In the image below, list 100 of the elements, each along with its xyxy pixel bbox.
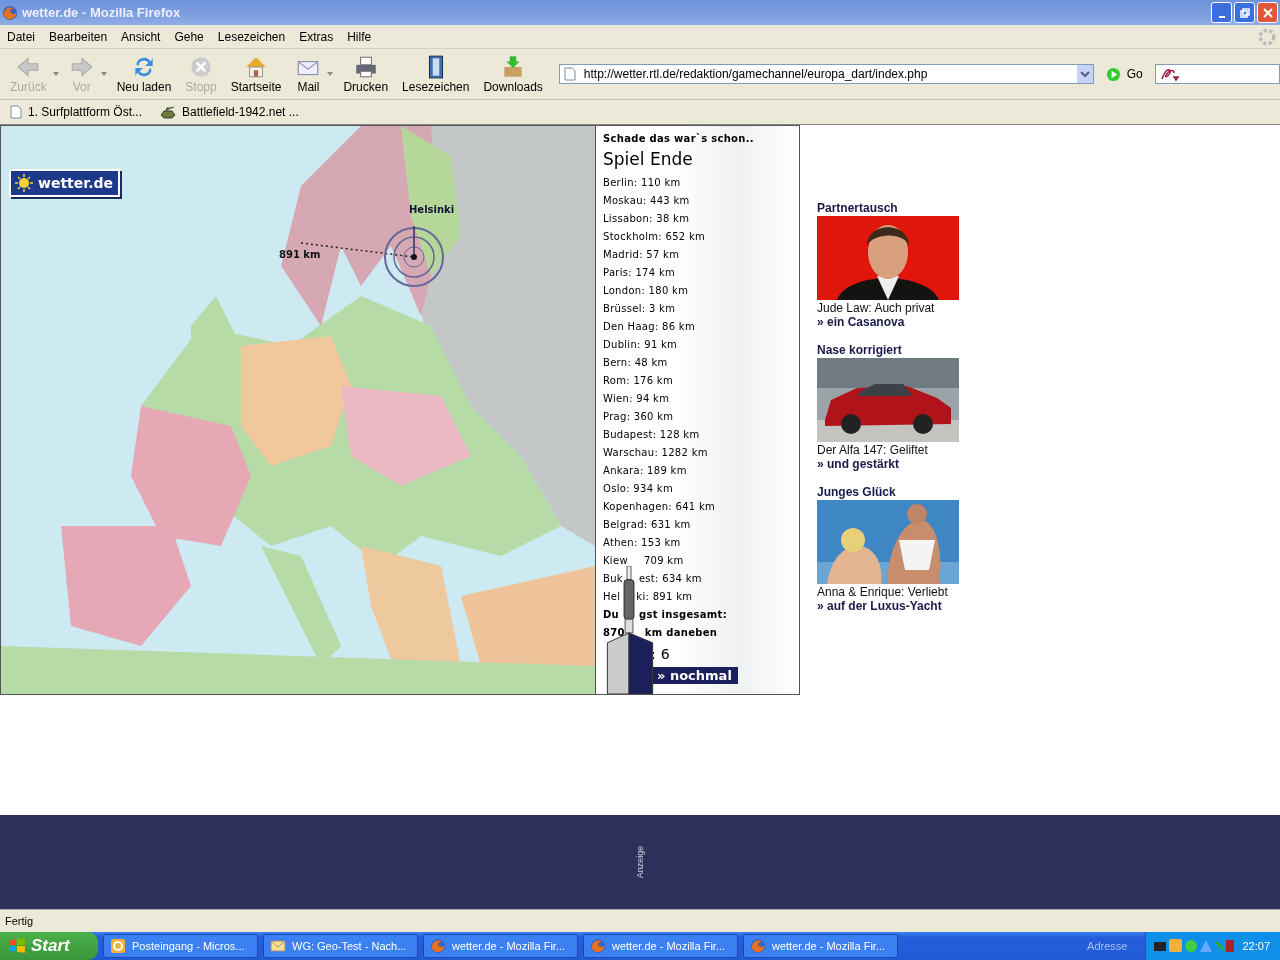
- taskbar-button[interactable]: wetter.de - Mozilla Fir...: [423, 934, 578, 958]
- result-text: Moskau: 443 km: [603, 194, 690, 206]
- logo-text: wetter.de: [38, 175, 114, 191]
- go-button[interactable]: Go: [1099, 65, 1149, 83]
- search-engine-icon[interactable]: [1159, 67, 1182, 81]
- result-text: London: 180 km: [603, 284, 689, 296]
- result-text: Warschau: 1282 km: [603, 446, 708, 458]
- menu-item[interactable]: Hilfe: [347, 29, 372, 44]
- address-field[interactable]: http://wetter.rtl.de/redaktion/gamechannel/europa_dart/index.php: [558, 64, 1094, 84]
- result-text: Belgrad: 631 km: [603, 518, 691, 530]
- address-toolbar-label: Adresse: [1087, 940, 1128, 952]
- bookmarks-button[interactable]: Lesezeichen: [398, 52, 474, 96]
- close-icon: [1262, 7, 1273, 18]
- result-text: Wien: 94 km: [603, 392, 670, 404]
- bookmark-item[interactable]: 1. Surfplattform Öst...: [4, 104, 149, 120]
- teaser-heading[interactable]: Junges Glück: [817, 485, 967, 499]
- score-text: : 6: [651, 646, 670, 662]
- app-icon: [110, 938, 126, 954]
- result-text: Oslo: 934 km: [603, 482, 673, 494]
- clock: 22:07: [1242, 940, 1270, 952]
- downloads-button[interactable]: Downloads: [479, 52, 547, 96]
- result-text: Berlin: 110 km: [603, 176, 681, 188]
- result-text: Madrid: 57 km: [603, 248, 680, 260]
- ad-label: Anzeige: [635, 845, 645, 879]
- menu-item[interactable]: Gehe: [174, 29, 204, 44]
- teaser-caption: Jude Law: Auch privat: [817, 301, 936, 315]
- result-text: Bern: 48 km: [603, 356, 668, 368]
- result-text: Prag: 360 km: [603, 410, 674, 422]
- page-icon: [563, 67, 576, 81]
- close-button[interactable]: [1257, 2, 1278, 23]
- intro-text: Schade das war`s schon..: [603, 133, 755, 146]
- total-text: km daneben: [644, 626, 718, 638]
- address-text: http://wetter.rtl.de/redaktion/gamechannel/europa_dart/index.php: [583, 67, 929, 81]
- result-text: ki: 891 km: [636, 590, 693, 602]
- result-text: Stockholm: 652 km: [603, 230, 706, 242]
- taskbar-button[interactable]: wetter.de - Mozilla Fir...: [743, 934, 898, 958]
- browser-icon: [590, 938, 606, 954]
- play-icon: [1105, 66, 1121, 82]
- browser-icon: [750, 938, 766, 954]
- teaser-link[interactable]: » auf der Luxus-Yacht: [817, 599, 967, 613]
- page-icon: [10, 105, 22, 119]
- result-text: Dublin: 91 km: [603, 338, 678, 350]
- print-button[interactable]: Drucken: [339, 52, 393, 96]
- tray-icons-drawing[interactable]: [1154, 938, 1235, 954]
- reload-button[interactable]: Neu laden: [112, 52, 176, 96]
- activity-icon: [1258, 27, 1276, 46]
- taskbar-button[interactable]: wetter.de - Mozilla Fir...: [583, 934, 738, 958]
- restore-button[interactable]: [1234, 2, 1255, 23]
- target-icon: [383, 226, 445, 288]
- total-text: gst insgesamt:: [639, 608, 727, 620]
- dropdown-arrow-icon[interactable]: [327, 72, 334, 76]
- status-text: Fertig: [5, 915, 34, 927]
- game-heading: Spiel Ende: [603, 149, 694, 171]
- result-text: Hel: [603, 590, 621, 602]
- distance-label: 891 km: [279, 249, 321, 260]
- teaser-heading[interactable]: Partnertausch: [817, 201, 967, 215]
- play-again-button[interactable]: » nochmal: [653, 667, 738, 684]
- teaser-caption: Anna & Enrique: Verliebt: [817, 585, 949, 599]
- mail-button[interactable]: Mail: [291, 52, 326, 96]
- total-text: 870: [603, 626, 625, 638]
- result-text: Buk: [603, 572, 623, 584]
- stop-icon: [188, 54, 214, 80]
- browser-icon: [2, 4, 18, 21]
- menu-item[interactable]: Lesezeichen: [217, 29, 286, 44]
- bookmark-item[interactable]: Battlefield-1942.net ...: [154, 104, 305, 120]
- teaser-heading[interactable]: Nase korrigiert: [817, 343, 967, 357]
- window-title: wetter.de - Mozilla Firefox: [22, 5, 182, 20]
- result-text: Paris: 174 km: [603, 266, 676, 278]
- result-text: Kiew: [603, 554, 628, 566]
- home-button[interactable]: Startseite: [226, 52, 286, 96]
- sun-icon: [14, 173, 34, 193]
- minimize-button[interactable]: [1211, 2, 1232, 23]
- result-text: Ankara: 189 km: [603, 464, 687, 476]
- taskbar-button[interactable]: WG: Geo-Test - Nach...: [263, 934, 418, 958]
- menu-item[interactable]: Bearbeiten: [49, 29, 108, 44]
- total-text: Du: [603, 608, 620, 620]
- result-text: Rom: 176 km: [603, 374, 673, 386]
- teaser-caption: Der Alfa 147: Geliftet: [817, 443, 929, 457]
- menu-item[interactable]: Datei: [7, 29, 35, 44]
- city-label: Helsinki: [409, 204, 455, 215]
- result-text: Brüssel: 3 km: [603, 302, 676, 314]
- browser-icon: [430, 938, 446, 954]
- result-text: Athen: 153 km: [603, 536, 681, 548]
- taskbar-button[interactable]: Posteingang - Micros...: [103, 934, 258, 958]
- result-text: est: 634 km: [638, 572, 702, 584]
- result-text: Budapest: 128 km: [603, 428, 700, 440]
- windows-flag-icon: [8, 937, 26, 955]
- result-text: Lissabon: 38 km: [603, 212, 690, 224]
- result-text: Kopenhagen: 641 km: [603, 500, 716, 512]
- teaser-link[interactable]: » und gestärkt: [817, 457, 967, 471]
- restore-icon: [1239, 7, 1250, 18]
- teaser-link[interactable]: » ein Casanova: [817, 315, 967, 329]
- tank-icon: [160, 105, 177, 119]
- envelope-icon: [270, 938, 286, 954]
- menu-item[interactable]: Ansicht: [121, 29, 161, 44]
- result-text: 709 km: [643, 554, 684, 566]
- minimize-icon: [1218, 15, 1225, 18]
- search-field[interactable]: [1154, 64, 1280, 84]
- result-text: Den Haag: 86 km: [603, 320, 695, 332]
- menu-item[interactable]: Extras: [299, 29, 334, 44]
